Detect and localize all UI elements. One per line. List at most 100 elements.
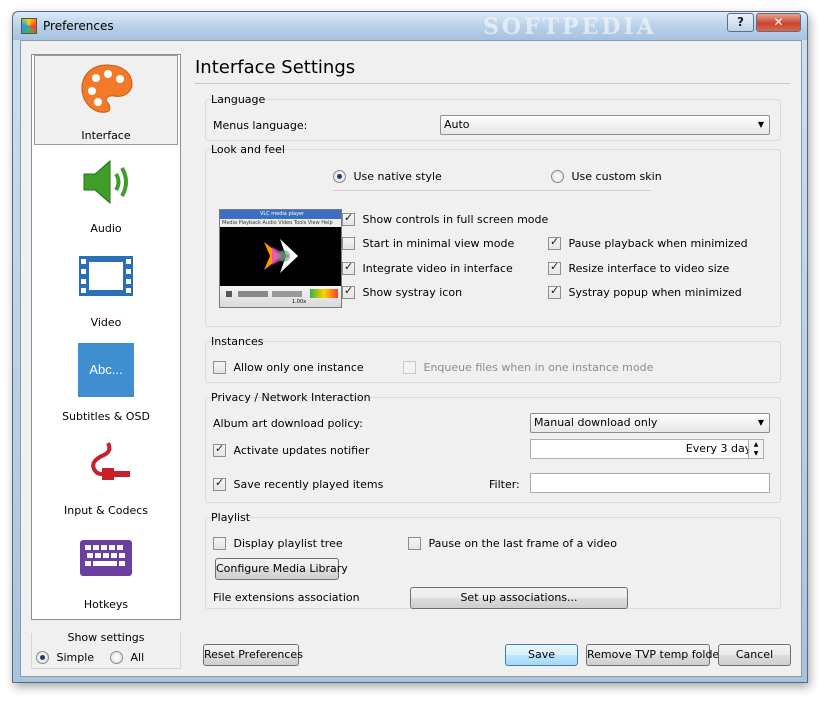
- checkbox-indicator[interactable]: [342, 211, 355, 226]
- updates-notifier-checkbox[interactable]: Activate updates notifier: [213, 442, 370, 457]
- help-button[interactable]: ?: [727, 13, 754, 32]
- show-settings-group: Show settings Simple All: [31, 631, 181, 669]
- setup-associations-button[interactable]: Set up associations...: [410, 587, 628, 609]
- play-icon: [226, 291, 232, 297]
- album-art-value: Manual download only: [534, 416, 658, 429]
- interface-preview-image: VLC media player Media Playback Audio Vi…: [219, 209, 342, 308]
- sidebar-item-audio[interactable]: Audio: [34, 149, 178, 239]
- pause-last-frame-checkbox[interactable]: Pause on the last frame of a video: [408, 536, 617, 550]
- cancel-button[interactable]: Cancel: [718, 644, 791, 666]
- systray-popup-label: Systray popup when minimized: [568, 285, 742, 299]
- native-style-label: Use native style: [353, 169, 442, 183]
- sidebar-item-label: Input & Codecs: [64, 504, 148, 517]
- checkbox-indicator[interactable]: [408, 536, 421, 550]
- show-settings-label: Show settings: [32, 631, 180, 644]
- sidebar-item-label: Interface: [81, 129, 131, 142]
- recent-items-label: Save recently played items: [233, 477, 384, 491]
- updates-notifier-label: Activate updates notifier: [233, 443, 370, 457]
- checkbox-indicator[interactable]: [213, 536, 226, 550]
- menus-language-label: Menus language:: [213, 119, 308, 132]
- volume-bar: [310, 289, 338, 298]
- chevron-down-icon: ▼: [757, 418, 764, 427]
- simple-label: Simple: [56, 650, 95, 664]
- vlc-logo-icon: [264, 239, 298, 273]
- resize-interface-label: Resize interface to video size: [568, 261, 730, 275]
- update-interval-spinbox[interactable]: Every 3 days: [530, 439, 764, 459]
- cable-icon: [91, 442, 130, 480]
- pause-last-frame-label: Pause on the last frame of a video: [428, 536, 617, 550]
- simple-radio[interactable]: Simple: [36, 650, 94, 664]
- control-buttons: [238, 291, 268, 297]
- spin-arrows-icon[interactable]: ▲ ▼: [748, 439, 764, 459]
- look-and-feel-group-title: Look and feel: [211, 143, 285, 156]
- fullscreen-controls-label: Show controls in full screen mode: [362, 212, 549, 226]
- checkbox-indicator[interactable]: [342, 236, 355, 250]
- window-title: Preferences: [43, 19, 114, 33]
- title-divider: [195, 83, 790, 84]
- sidebar-item-label: Audio: [90, 222, 122, 235]
- enqueue-checkbox: Enqueue files when in one instance mode: [403, 360, 653, 374]
- fullscreen-controls-checkbox[interactable]: Show controls in full screen mode: [342, 211, 549, 226]
- close-button[interactable]: ✕: [756, 13, 801, 32]
- save-button[interactable]: Save: [505, 644, 578, 666]
- resize-interface-checkbox[interactable]: Resize interface to video size: [548, 260, 730, 275]
- checkbox-indicator[interactable]: [342, 260, 355, 275]
- sidebar-item-video[interactable]: Video: [34, 243, 178, 333]
- sidebar-item-label: Video: [90, 316, 122, 329]
- keyboard-icon: [80, 540, 132, 576]
- title-bar[interactable]: Preferences SOFTPEDIA ? ✕: [13, 12, 807, 40]
- radio-indicator[interactable]: [551, 169, 564, 183]
- sidebar-item-label: Hotkeys: [83, 598, 129, 611]
- checkbox-indicator[interactable]: [213, 442, 226, 457]
- playlist-tree-checkbox[interactable]: Display playlist tree: [213, 536, 343, 550]
- playlist-tree-label: Display playlist tree: [233, 536, 343, 550]
- native-style-radio[interactable]: Use native style: [333, 169, 442, 183]
- checkbox-indicator[interactable]: [548, 235, 561, 250]
- one-instance-checkbox[interactable]: Allow only one instance: [213, 360, 364, 374]
- all-radio[interactable]: All: [110, 650, 144, 664]
- page-title: Interface Settings: [195, 57, 356, 78]
- systray-popup-checkbox[interactable]: Systray popup when minimized: [548, 284, 742, 299]
- reset-preferences-button[interactable]: Reset Preferences: [203, 644, 303, 666]
- minimal-view-checkbox[interactable]: Start in minimal view mode: [342, 236, 514, 250]
- remove-temp-folder-button[interactable]: Remove TVP temp folder: [586, 644, 724, 666]
- menus-language-dropdown[interactable]: Auto ▼: [440, 115, 770, 135]
- filter-input[interactable]: [530, 473, 770, 493]
- vlc-app-icon: [21, 18, 37, 34]
- recent-items-checkbox[interactable]: Save recently played items: [213, 476, 384, 491]
- preferences-window: Preferences SOFTPEDIA ? ✕ Interface Audi…: [12, 11, 808, 683]
- custom-skin-radio[interactable]: Use custom skin: [551, 169, 662, 183]
- enqueue-label: Enqueue files when in one instance mode: [423, 360, 654, 374]
- checkbox-indicator[interactable]: [213, 476, 226, 491]
- album-art-dropdown[interactable]: Manual download only ▼: [530, 413, 770, 433]
- sidebar-item-input-codecs[interactable]: Input & Codecs: [34, 431, 178, 521]
- preview-menu: Media Playback Audio Video Tools View He…: [220, 219, 341, 227]
- systray-icon-checkbox[interactable]: Show systray icon: [342, 284, 462, 299]
- style-divider: [333, 190, 651, 191]
- checkbox-indicator[interactable]: [548, 284, 561, 299]
- radio-indicator[interactable]: [36, 650, 49, 664]
- integrate-video-checkbox[interactable]: Integrate video in interface: [342, 260, 513, 275]
- category-sidebar: Interface Audio Video Abc... Subtitles &…: [31, 54, 181, 620]
- instances-group-title: Instances: [211, 335, 264, 348]
- control-buttons: [272, 291, 302, 297]
- radio-indicator[interactable]: [333, 169, 346, 183]
- pause-minimized-checkbox[interactable]: Pause playback when minimized: [548, 235, 748, 250]
- checkbox-indicator[interactable]: [548, 260, 561, 275]
- configure-media-library-button[interactable]: Configure Media Library: [215, 558, 348, 580]
- playlist-group-title: Playlist: [211, 511, 251, 524]
- menus-language-value: Auto: [444, 118, 470, 131]
- checkbox-indicator[interactable]: [342, 284, 355, 299]
- checkbox-indicator[interactable]: [213, 360, 226, 374]
- filter-label: Filter:: [489, 478, 520, 491]
- sidebar-item-subtitles[interactable]: Abc... Subtitles & OSD: [34, 337, 178, 427]
- radio-indicator[interactable]: [110, 650, 123, 664]
- sidebar-item-hotkeys[interactable]: Hotkeys: [34, 525, 178, 615]
- privacy-group-title: Privacy / Network Interaction: [211, 391, 371, 404]
- preview-title: VLC media player: [220, 210, 341, 219]
- album-art-label: Album art download policy:: [213, 417, 363, 430]
- preview-time: 1.00x: [292, 299, 307, 305]
- file-extensions-label: File extensions association: [213, 591, 360, 604]
- sidebar-item-interface[interactable]: Interface: [34, 55, 178, 145]
- update-interval-value: Every 3 days: [685, 442, 757, 455]
